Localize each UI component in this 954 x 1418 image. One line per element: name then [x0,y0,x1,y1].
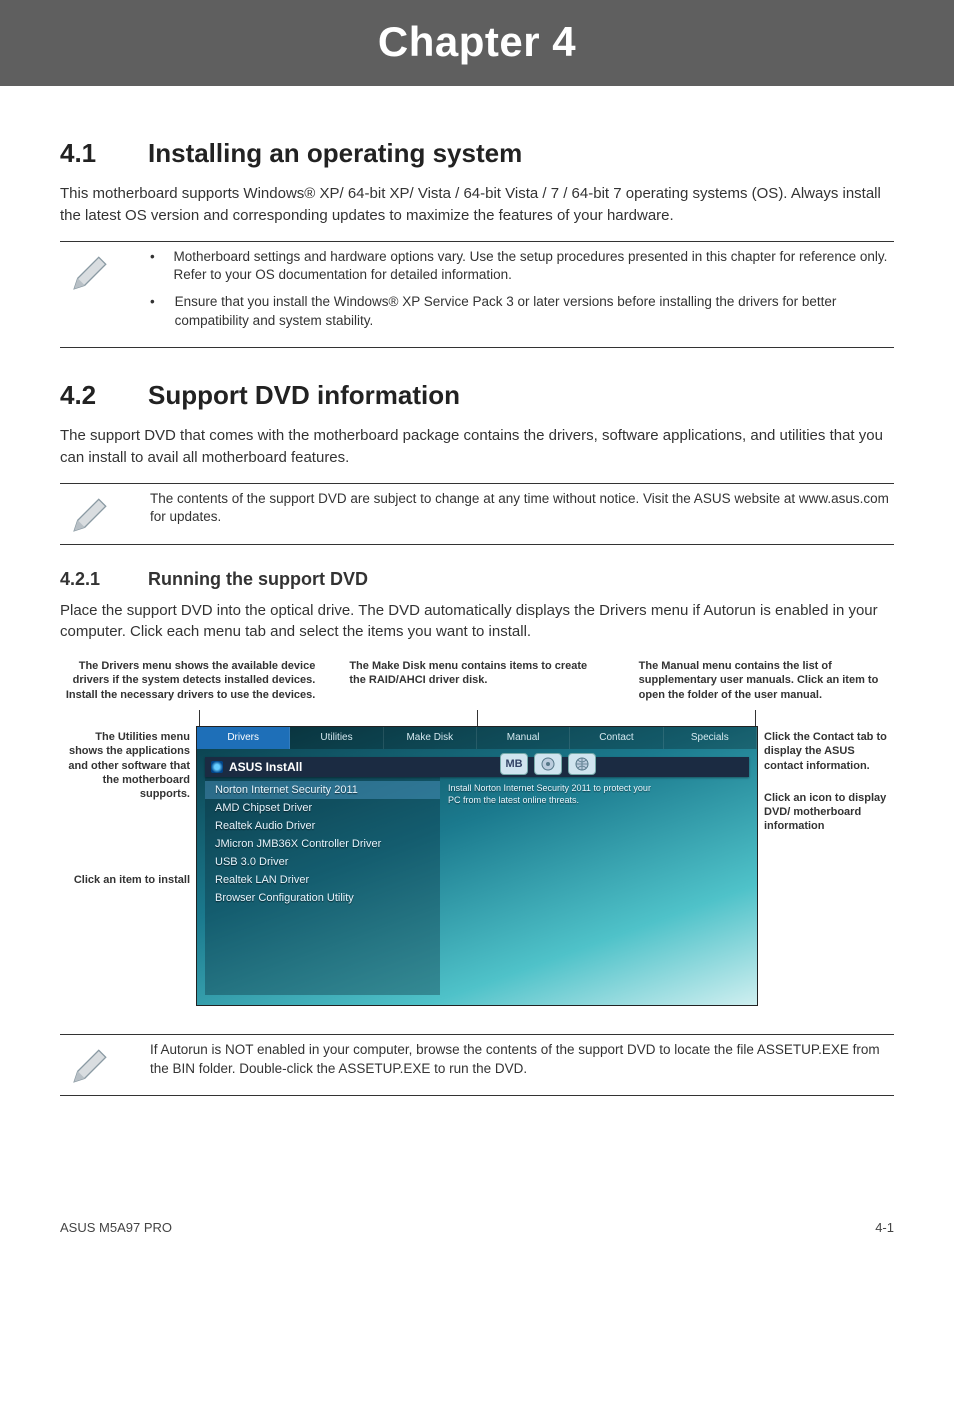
tab-specials[interactable]: Specials [664,727,757,749]
dvd-tab-bar: Drivers Utilities Make Disk Manual Conta… [197,727,757,749]
pencil-note-icon [60,1041,120,1087]
pencil-note-icon [60,248,120,340]
callout-utilities-menu: The Utilities menu shows the application… [60,730,190,801]
section-title-text: Support DVD information [148,380,460,410]
subsection-number: 4.2.1 [60,569,148,590]
note-bullet: •Motherboard settings and hardware optio… [150,248,894,286]
leader-lines [60,710,894,726]
section-number: 4.2 [60,380,148,411]
list-item[interactable]: Browser Configuration Utility [205,889,440,907]
section-4-1-body: This motherboard supports Windows® XP/ 6… [60,183,894,227]
section-title-text: Installing an operating system [148,138,522,168]
asus-install-bar[interactable]: ASUS InstAll [205,757,749,777]
footer-page-number: 4-1 [875,1220,894,1235]
list-item[interactable]: AMD Chipset Driver [205,799,440,817]
tab-make-disk[interactable]: Make Disk [384,727,477,749]
page-footer: ASUS M5A97 PRO 4-1 [0,1160,954,1265]
callout-drivers-menu: The Drivers menu shows the available dev… [60,659,315,702]
subsection-title-text: Running the support DVD [148,569,368,589]
right-callouts: Click the Contact tab to display the ASU… [764,726,894,1006]
subsection-4-2-1-heading: 4.2.1Running the support DVD [60,569,894,590]
note-body: If Autorun is NOT enabled in your comput… [150,1041,894,1087]
note-body: •Motherboard settings and hardware optio… [150,248,894,340]
top-callouts: The Drivers menu shows the available dev… [60,659,894,702]
list-item[interactable]: Norton Internet Security 2011 [205,781,440,799]
note-block-autorun: If Autorun is NOT enabled in your comput… [60,1034,894,1096]
callout-click-item: Click an item to install [60,873,190,887]
callout-info-icons: Click an icon to display DVD/ motherboar… [764,791,894,834]
globe-info-icon[interactable] [568,753,596,775]
section-4-1-heading: 4.1Installing an operating system [60,138,894,169]
dvd-window-screenshot: Drivers Utilities Make Disk Manual Conta… [196,726,758,1006]
list-item[interactable]: USB 3.0 Driver [205,853,440,871]
disc-info-icon[interactable] [534,753,562,775]
subsection-4-2-1-body: Place the support DVD into the optical d… [60,600,894,644]
note-block-4-1: •Motherboard settings and hardware optio… [60,241,894,349]
note-text: Motherboard settings and hardware option… [173,248,894,286]
chapter-banner: Chapter 4 [0,0,954,86]
mb-info-icon[interactable]: MB [500,753,528,775]
list-item[interactable]: Realtek LAN Driver [205,871,440,889]
section-4-2-heading: 4.2Support DVD information [60,380,894,411]
driver-list: Norton Internet Security 2011 AMD Chipse… [205,777,440,995]
callout-make-disk-menu: The Make Disk menu contains items to cre… [339,659,604,702]
list-item[interactable]: Realtek Audio Driver [205,817,440,835]
note-bullet: •Ensure that you install the Windows® XP… [150,293,894,331]
driver-description: Install Norton Internet Security 2011 to… [448,783,741,806]
tab-drivers[interactable]: Drivers [197,727,290,749]
dvd-right-pane: MB Install Norton Internet Security 2011… [440,777,749,995]
callout-manual-menu: The Manual menu contains the list of sup… [629,659,894,702]
note-body: The contents of the support DVD are subj… [150,490,894,536]
tab-manual[interactable]: Manual [477,727,570,749]
pencil-note-icon [60,490,120,536]
note-text: Ensure that you install the Windows® XP … [175,293,894,331]
footer-product: ASUS M5A97 PRO [60,1220,172,1235]
note-block-4-2: The contents of the support DVD are subj… [60,483,894,545]
section-4-2-body: The support DVD that comes with the moth… [60,425,894,469]
tab-utilities[interactable]: Utilities [290,727,383,749]
page-content: 4.1Installing an operating system This m… [0,86,954,1160]
list-item[interactable]: JMicron JMB36X Controller Driver [205,835,440,853]
callout-contact-tab: Click the Contact tab to display the ASU… [764,730,894,773]
left-callouts: The Utilities menu shows the application… [60,726,190,1006]
info-badge-row: MB [500,753,596,775]
section-number: 4.1 [60,138,148,169]
dvd-diagram: The Drivers menu shows the available dev… [60,659,894,1006]
tab-contact[interactable]: Contact [570,727,663,749]
